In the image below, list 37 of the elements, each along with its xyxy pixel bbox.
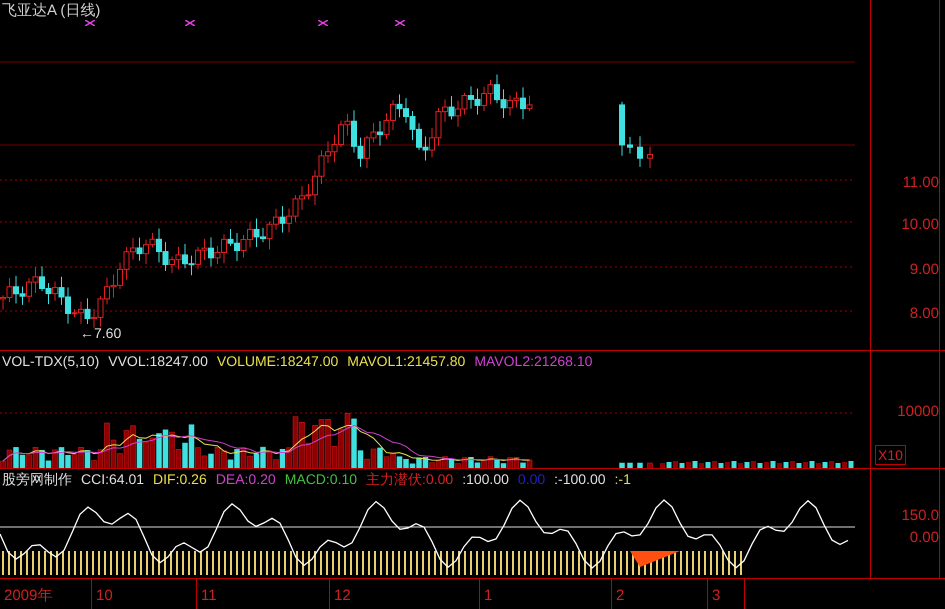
legend-label: VVOL:18247.00 — [108, 352, 208, 370]
price-axis-label: 8.00 — [910, 304, 939, 324]
date-axis-label: 2009年 — [0, 579, 92, 609]
legend-label: MACD:0.10 — [284, 470, 358, 488]
low-price-label: ←7.60 — [80, 324, 122, 343]
signal-area — [630, 551, 680, 567]
legend-label: MAVOL1:21457.80 — [347, 352, 466, 370]
scale-badge: X10 — [875, 445, 906, 465]
legend-label: 股旁网制作 — [2, 470, 72, 488]
legend-label: :-1 — [614, 470, 631, 488]
date-axis-label: 3 — [708, 579, 745, 609]
legend-label: :100.00 — [462, 470, 509, 488]
legend-label: DIF:0.26 — [153, 470, 207, 488]
legend-label: DEA:0.20 — [216, 470, 276, 488]
indicator-axis-label: 0.00 — [910, 528, 939, 548]
legend-label: MAVOL2:21268.10 — [474, 352, 592, 370]
legend-label: 主力潜伏:0.00 — [366, 470, 454, 488]
cross-mark-icon — [185, 20, 195, 26]
date-axis-label: 2 — [612, 579, 708, 609]
price-axis-label: 10.00 — [901, 215, 939, 235]
date-axis-label: 10 — [92, 579, 197, 609]
legend-label: CCI:64.01 — [81, 470, 144, 488]
cross-mark-icon — [395, 20, 405, 26]
legend-label: 0.00 — [518, 470, 546, 488]
indicator-axis-label: 150.0 — [901, 506, 939, 526]
date-axis-label: 11 — [197, 579, 330, 609]
date-axis-label: 12 — [330, 579, 480, 609]
legend-label: :-100.00 — [554, 470, 606, 488]
legend-label: VOL-TDX(5,10) — [2, 352, 100, 371]
cross-mark-icon — [318, 20, 328, 26]
cross-mark-icon — [85, 20, 95, 26]
date-axis-label: 1 — [480, 579, 612, 609]
chart-title: 飞亚达A (日线) — [2, 1, 100, 21]
price-axis-label: 9.00 — [910, 260, 939, 280]
legend-label: VOLUME:18247.00 — [216, 352, 338, 370]
price-axis-label: 11.00 — [902, 173, 939, 193]
volume-axis-label: 10000 — [897, 402, 939, 422]
